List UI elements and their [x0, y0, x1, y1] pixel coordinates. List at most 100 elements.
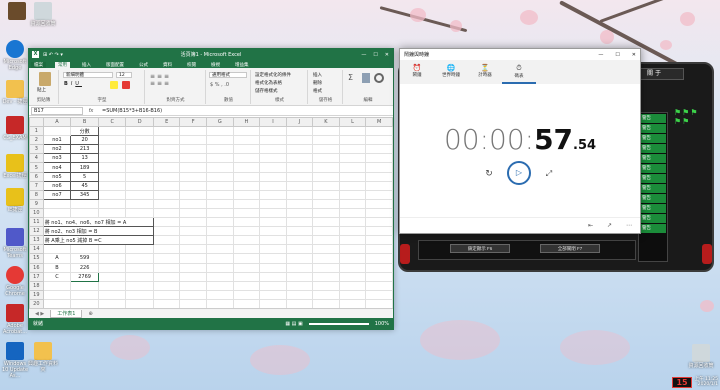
table-cell[interactable] — [365, 180, 393, 191]
sum-icon[interactable]: Σ — [348, 73, 353, 82]
table-cell[interactable] — [152, 144, 181, 155]
table-cell[interactable] — [205, 217, 234, 228]
table-cell[interactable] — [42, 244, 72, 255]
table-cell[interactable] — [365, 171, 393, 182]
table-cell[interactable] — [125, 153, 154, 164]
table-cell[interactable] — [232, 217, 261, 228]
table-cell[interactable] — [179, 253, 207, 264]
tab-world-clock[interactable]: 🌐 世界時鐘 — [434, 60, 468, 84]
table-cell[interactable]: no1 — [42, 135, 72, 146]
table-cell[interactable] — [338, 144, 367, 155]
table-cell[interactable] — [179, 280, 207, 291]
table-cell[interactable] — [259, 244, 287, 255]
table-cell[interactable] — [205, 262, 234, 273]
table-cell[interactable] — [205, 289, 234, 300]
add-sheet-icon[interactable]: ⊕ — [88, 311, 92, 317]
table-cell[interactable] — [259, 253, 287, 264]
column-header[interactable]: E — [152, 117, 181, 128]
table-cell[interactable] — [312, 217, 340, 228]
minimize-icon[interactable]: — — [598, 52, 603, 58]
table-cell[interactable] — [205, 253, 234, 264]
table-cell[interactable] — [125, 253, 154, 264]
table-cell[interactable] — [152, 162, 181, 173]
table-cell[interactable] — [365, 235, 393, 246]
font-style-buttons[interactable]: BIU — [64, 81, 82, 87]
table-cell[interactable] — [205, 271, 234, 282]
table-cell[interactable] — [232, 262, 261, 273]
table-cell[interactable] — [338, 271, 367, 282]
column-header[interactable]: A — [42, 117, 72, 128]
table-cell[interactable] — [312, 289, 340, 300]
close-icon[interactable]: ✕ — [385, 52, 389, 58]
table-cell[interactable] — [125, 244, 154, 255]
select-all-corner[interactable] — [29, 117, 44, 128]
table-cell[interactable] — [338, 280, 367, 291]
table-cell[interactable] — [312, 126, 340, 137]
table-cell[interactable] — [232, 271, 261, 282]
table-cell[interactable] — [232, 244, 261, 255]
table-cell[interactable] — [259, 171, 287, 182]
column-header[interactable]: G — [205, 117, 234, 128]
table-cell[interactable]: 189 — [70, 162, 99, 173]
paste-icon[interactable] — [39, 72, 51, 86]
table-cell[interactable] — [312, 235, 340, 246]
table-cell[interactable] — [312, 144, 340, 155]
table-cell[interactable] — [232, 153, 261, 164]
table-cell[interactable] — [285, 244, 314, 255]
table-cell[interactable] — [312, 226, 340, 237]
table-cell[interactable] — [125, 162, 154, 173]
table-cell[interactable] — [259, 135, 287, 146]
table-cell[interactable] — [205, 207, 234, 219]
tab-timer[interactable]: ⏳ 計時器 — [468, 60, 502, 84]
table-cell[interactable] — [205, 162, 234, 173]
table-cell[interactable] — [179, 217, 207, 228]
table-cell[interactable] — [312, 280, 340, 291]
table-cell[interactable] — [42, 198, 72, 209]
table-cell[interactable] — [338, 217, 367, 228]
table-cell[interactable]: 分數 — [70, 126, 99, 137]
share-icon[interactable]: ↗ — [607, 222, 612, 229]
column-header[interactable]: J — [285, 117, 314, 128]
table-cell[interactable] — [179, 171, 207, 182]
table-cell[interactable] — [179, 126, 207, 137]
table-cell[interactable] — [179, 262, 207, 273]
table-cell[interactable] — [365, 244, 393, 255]
table-cell[interactable] — [338, 153, 367, 164]
table-cell[interactable] — [312, 171, 340, 182]
table-cell[interactable] — [312, 135, 340, 146]
table-cell[interactable] — [125, 180, 154, 191]
table-cell[interactable] — [259, 198, 287, 209]
table-cell[interactable] — [125, 280, 154, 291]
table-cell[interactable] — [338, 207, 367, 219]
formula-input[interactable]: =SUM(B15*3+B16-B16) — [99, 108, 393, 114]
format-table-button[interactable]: 格式化為表格 — [255, 80, 282, 86]
maximize-icon[interactable]: ☐ — [373, 52, 377, 58]
table-cell[interactable] — [152, 280, 181, 291]
desktop-icon-dev[interactable]: Dev - 捷徑 — [0, 80, 30, 105]
table-cell[interactable] — [338, 262, 367, 273]
table-cell[interactable]: 20 — [70, 135, 99, 146]
table-cell[interactable] — [232, 189, 261, 200]
table-cell[interactable] — [259, 262, 287, 273]
table-cell[interactable] — [285, 198, 314, 209]
table-cell[interactable] — [365, 226, 393, 237]
delete-cell-button[interactable]: 刪除 — [313, 80, 322, 86]
table-cell[interactable] — [179, 153, 207, 164]
close-icon[interactable]: ✕ — [632, 52, 636, 58]
table-cell[interactable] — [285, 162, 314, 173]
table-cell[interactable] — [42, 289, 72, 300]
table-cell[interactable] — [125, 126, 154, 137]
table-cell[interactable] — [152, 271, 181, 282]
table-cell[interactable] — [365, 253, 393, 264]
table-cell[interactable] — [42, 126, 72, 137]
table-cell[interactable] — [205, 171, 234, 182]
table-cell[interactable] — [338, 198, 367, 209]
table-cell[interactable] — [125, 207, 154, 219]
table-cell[interactable] — [125, 189, 154, 200]
table-cell[interactable] — [152, 244, 181, 255]
table-cell[interactable] — [152, 153, 181, 164]
table-cell[interactable] — [97, 144, 127, 155]
column-header[interactable]: D — [125, 117, 154, 128]
table-cell[interactable]: A — [42, 253, 72, 264]
table-cell[interactable] — [259, 280, 287, 291]
